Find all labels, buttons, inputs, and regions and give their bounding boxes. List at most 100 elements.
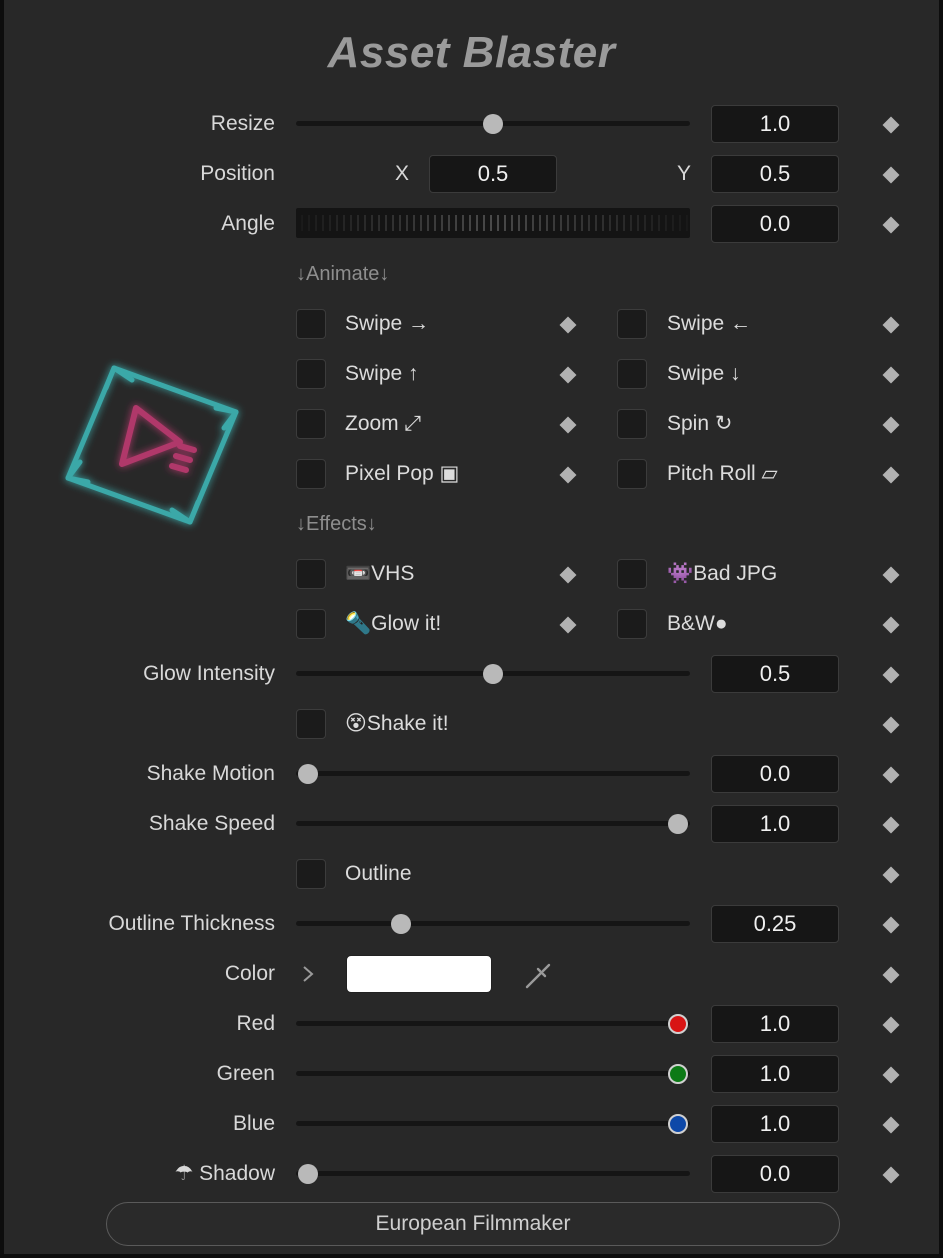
zoom-checkbox[interactable] [296,409,326,439]
shadow-keyframe-icon[interactable] [882,1166,900,1184]
swipe-down-checkbox[interactable] [617,359,647,389]
outline-checkbox[interactable] [296,859,326,889]
color-keyframe-icon[interactable] [882,966,900,984]
green-slider[interactable] [296,1062,690,1086]
angle-value-field[interactable]: 0.0 [711,205,839,243]
outline-thickness-label: Outline Thickness [108,912,275,935]
shake-speed-value-field[interactable]: 1.0 [711,805,839,843]
green-keyframe-icon[interactable] [882,1066,900,1084]
resize-value-field[interactable]: 1.0 [711,105,839,143]
angle-dial[interactable] [296,208,690,238]
outline-keyframe-icon[interactable] [882,866,900,884]
spin-label: Spin ↻ [667,412,733,435]
pitch-roll-label: Pitch Roll ▱ [667,462,778,485]
green-value-field[interactable]: 1.0 [711,1055,839,1093]
swipe-up-keyframe-icon[interactable] [559,366,577,384]
bad-jpg-keyframe-icon[interactable] [882,566,900,584]
pitch-roll-checkbox[interactable] [617,459,647,489]
position-label: Position [200,162,275,185]
outline-thickness-keyframe-icon[interactable] [882,916,900,934]
position-x-label: X [395,162,410,185]
position-y-label: Y [677,162,692,185]
shake-motion-slider-knob[interactable] [298,764,318,784]
black-white-checkbox[interactable] [617,609,647,639]
outline-thickness-slider[interactable] [296,912,690,936]
shadow-slider-knob[interactable] [298,1164,318,1184]
outline-thickness-slider-track [296,921,690,926]
bad-jpg-checkbox[interactable] [617,559,647,589]
red-slider[interactable] [296,1012,690,1036]
swipe-right-label: Swipe → [345,312,430,335]
shadow-value-field[interactable]: 0.0 [711,1155,839,1193]
shake-it-checkbox[interactable] [296,709,326,739]
red-keyframe-icon[interactable] [882,1016,900,1034]
blue-value-field[interactable]: 1.0 [711,1105,839,1143]
pixel-pop-checkbox[interactable] [296,459,326,489]
resize-slider-knob[interactable] [483,114,503,134]
blue-keyframe-icon[interactable] [882,1116,900,1134]
pixel-pop-keyframe-icon[interactable] [559,466,577,484]
shadow-label: ☂ Shadow [174,1162,275,1185]
shake-motion-slider[interactable] [296,762,690,786]
angle-keyframe-icon[interactable] [882,216,900,234]
blue-slider-track [296,1121,690,1126]
glow-intensity-slider-knob[interactable] [483,664,503,684]
glow-intensity-slider[interactable] [296,662,690,686]
glow-it-keyframe-icon[interactable] [559,616,577,634]
color-label: Color [224,962,275,985]
shake-motion-value-field[interactable]: 0.0 [711,755,839,793]
position-x-field[interactable]: 0.5 [429,155,557,193]
outline-thickness-value-field[interactable]: 0.25 [711,905,839,943]
glow-intensity-keyframe-icon[interactable] [882,666,900,684]
pitch-roll-keyframe-icon[interactable] [882,466,900,484]
shake-speed-slider[interactable] [296,812,690,836]
eyedropper-icon[interactable] [522,960,554,992]
spin-keyframe-icon[interactable] [882,416,900,434]
shake-speed-label: Shake Speed [148,812,275,835]
shake-speed-slider-knob[interactable] [668,814,688,834]
european-filmmaker-button[interactable]: European Filmmaker [106,1202,840,1246]
shake-it-keyframe-icon[interactable] [882,716,900,734]
position-y-field[interactable]: 0.5 [711,155,839,193]
chevron-right-icon[interactable] [300,964,316,984]
red-value-field[interactable]: 1.0 [711,1005,839,1043]
bad-jpg-label: 👾Bad JPG [667,562,778,585]
position-keyframe-icon[interactable] [882,166,900,184]
swipe-up-checkbox[interactable] [296,359,326,389]
shake-it-label: 😵Shake it! [345,712,449,735]
glow-intensity-value-field[interactable]: 0.5 [711,655,839,693]
vhs-keyframe-icon[interactable] [559,566,577,584]
shadow-slider[interactable] [296,1162,690,1186]
outline-thickness-slider-knob[interactable] [390,914,411,934]
swipe-left-checkbox[interactable] [617,309,647,339]
spin-checkbox[interactable] [617,409,647,439]
swipe-right-keyframe-icon[interactable] [559,316,577,334]
swipe-left-keyframe-icon[interactable] [882,316,900,334]
blue-label: Blue [232,1112,275,1135]
red-slider-track [296,1021,690,1026]
blue-slider-knob[interactable] [668,1114,688,1134]
black-white-keyframe-icon[interactable] [882,616,900,634]
zoom-keyframe-icon[interactable] [559,416,577,434]
outline-label: Outline [345,862,412,885]
vhs-label: 📼VHS [345,562,415,585]
resize-keyframe-icon[interactable] [882,116,900,134]
angle-label: Angle [221,212,275,235]
shake-motion-keyframe-icon[interactable] [882,766,900,784]
glow-it-label: 🔦Glow it! [345,612,442,635]
color-swatch[interactable] [346,955,492,993]
shake-speed-keyframe-icon[interactable] [882,816,900,834]
green-slider-knob[interactable] [668,1064,688,1084]
shake-speed-slider-track [296,821,690,826]
red-label: Red [236,1012,275,1035]
black-white-label: B&W● [667,612,728,635]
effects-section-header: ↓Effects↓ [296,513,377,535]
vhs-checkbox[interactable] [296,559,326,589]
asset-blaster-panel: Asset Blaster Resize 1.0 Position X 0.5 … [4,0,939,1254]
blue-slider[interactable] [296,1112,690,1136]
swipe-down-keyframe-icon[interactable] [882,366,900,384]
resize-slider[interactable] [296,112,690,136]
glow-it-checkbox[interactable] [296,609,326,639]
red-slider-knob[interactable] [668,1014,688,1034]
swipe-right-checkbox[interactable] [296,309,326,339]
